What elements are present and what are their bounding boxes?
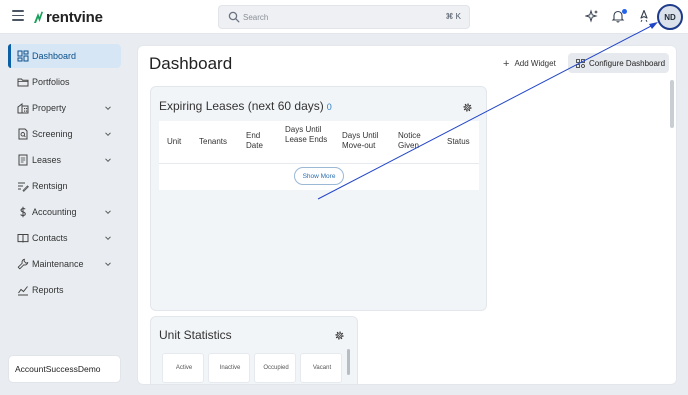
book-icon (17, 234, 29, 243)
main-panel: Dashboard + Add Widget Configure Dashboa… (137, 45, 677, 385)
expiring-leases-widget: Expiring Leases (next 60 days) 0 Unit Ten… (150, 86, 487, 311)
sidebar-item-label: Leases (32, 155, 62, 165)
sidebar-item-label: Reports (32, 285, 64, 295)
column-header[interactable]: Tenants (199, 137, 227, 147)
show-more-button[interactable]: Show More (294, 167, 344, 185)
widget-title-text: Expiring Leases (next 60 days) (159, 99, 324, 113)
chevron-down-icon[interactable] (104, 156, 112, 164)
top-bar: rentvine ⌘ K ND (0, 0, 688, 34)
main-scrollbar[interactable] (670, 80, 674, 128)
column-header[interactable]: End Date (246, 131, 276, 151)
chart-icon (18, 286, 28, 296)
sidebar-item-screening[interactable]: Screening (8, 122, 121, 146)
dashboard-icon (17, 50, 29, 62)
stat-label: Occupied (263, 365, 289, 371)
page-title: Dashboard (149, 54, 233, 73)
sidebar-item-label: Property (32, 103, 67, 113)
wrench-icon (17, 258, 29, 270)
add-widget-button[interactable]: + Add Widget (503, 55, 556, 72)
stat-label: Inactive (219, 365, 241, 371)
search-input[interactable] (243, 9, 433, 25)
column-header[interactable]: Days Until Lease Ends (285, 125, 331, 145)
dollar-icon (20, 206, 26, 218)
leases-table-header: Unit Tenants End Date Days Until Lease E… (159, 121, 479, 164)
brand-name: rentvine (46, 8, 103, 26)
notification-dot (622, 9, 627, 14)
add-widget-label: Add Widget (514, 59, 556, 68)
screening-icon (18, 128, 28, 140)
chevron-down-icon[interactable] (104, 234, 112, 242)
lease-icon (18, 154, 28, 166)
chevron-down-icon[interactable] (104, 130, 112, 138)
column-header[interactable]: Unit (167, 137, 181, 147)
column-header[interactable]: Status (447, 137, 470, 147)
configure-dashboard-button[interactable]: Configure Dashboard (568, 53, 669, 73)
stat-label: Vacant (312, 365, 332, 371)
column-header[interactable]: Days Until Move-out (342, 131, 388, 151)
sidebar-item-maintenance[interactable]: Maintenance (8, 252, 121, 276)
sidebar: Dashboard Portfolios Property Screening (0, 34, 130, 395)
plus-icon: + (503, 57, 510, 70)
lease-count: 0 (326, 102, 332, 112)
sign-icon (18, 182, 29, 192)
sidebar-item-property[interactable]: Property (8, 96, 121, 120)
search-box[interactable]: ⌘ K (218, 5, 470, 29)
search-shortcut: ⌘ K (445, 12, 461, 21)
sidebar-item-leases[interactable]: Leases (8, 148, 121, 172)
sidebar-item-label: Screening (32, 129, 73, 139)
sidebar-item-accounting[interactable]: Accounting (8, 200, 121, 224)
building-icon (17, 103, 29, 114)
widget-title: Unit Statistics (159, 328, 232, 342)
rentvine-logo-icon (34, 11, 43, 23)
sidebar-item-label: Portfolios (32, 77, 70, 87)
sidebar-item-label: Maintenance (32, 259, 84, 269)
gear-icon[interactable] (462, 102, 473, 113)
sidebar-item-rentsign[interactable]: Rentsign (8, 174, 121, 198)
configure-dashboard-label: Configure Dashboard (589, 58, 666, 68)
stat-label: Active (175, 365, 193, 371)
stat-card-vacant[interactable]: Vacant (300, 353, 342, 383)
sidebar-item-label: Accounting (32, 207, 77, 217)
stat-card-occupied[interactable]: Occupied (254, 353, 296, 383)
sidebar-item-portfolios[interactable]: Portfolios (8, 70, 121, 94)
chevron-down-icon[interactable] (104, 208, 112, 216)
menu-icon[interactable] (12, 10, 24, 22)
sidebar-item-label: Rentsign (32, 181, 68, 191)
chevron-down-icon[interactable] (104, 104, 112, 112)
account-switcher[interactable]: AccountSuccessDemo (8, 355, 121, 383)
folder-icon (17, 78, 29, 87)
stat-card-inactive[interactable]: Inactive (208, 353, 250, 383)
sparkle-icon[interactable] (585, 9, 599, 23)
leases-table-footer: Show More (159, 164, 479, 190)
brand-logo[interactable]: rentvine (33, 8, 103, 26)
sidebar-item-label: Contacts (32, 233, 68, 243)
stat-card-active[interactable]: Active (162, 353, 204, 383)
sidebar-item-dashboard[interactable]: Dashboard (8, 44, 121, 68)
widget-title: Expiring Leases (next 60 days) 0 (159, 99, 332, 113)
search-icon (228, 11, 240, 23)
rocket-icon[interactable] (637, 9, 651, 23)
user-avatar[interactable]: ND (657, 4, 683, 30)
chevron-down-icon[interactable] (104, 260, 112, 268)
gear-icon[interactable] (334, 330, 345, 341)
sidebar-item-label: Dashboard (32, 51, 77, 61)
sidebar-item-contacts[interactable]: Contacts (8, 226, 121, 250)
unit-statistics-widget: Unit Statistics Active Inactive Occupied… (150, 316, 358, 384)
sidebar-item-reports[interactable]: Reports (8, 278, 121, 302)
column-header[interactable]: Notice Given (398, 131, 428, 151)
grid-settings-icon (576, 58, 585, 68)
unit-statistics-scrollbar[interactable] (347, 349, 350, 375)
